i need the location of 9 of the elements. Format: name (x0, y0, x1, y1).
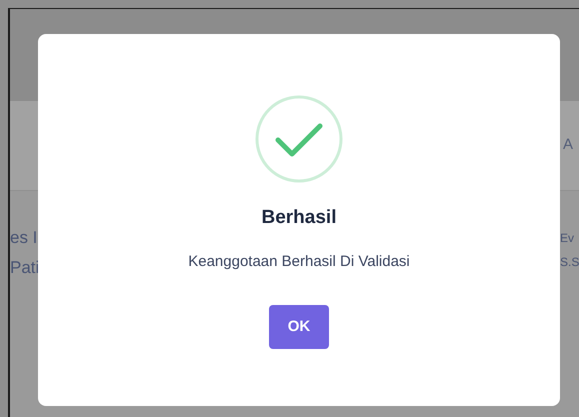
text-fragment: Pati (10, 256, 40, 278)
text-fragment: A (563, 135, 574, 156)
text-fragment: Ev (560, 230, 576, 247)
dialog-message: Keanggotaan Berhasil Di Validasi (188, 252, 410, 272)
ok-button[interactable]: OK (269, 305, 329, 349)
text-fragment: es I (10, 227, 38, 249)
text-fragment: S.S (560, 254, 579, 271)
check-icon (254, 94, 344, 184)
dialog-title: Berhasil (262, 206, 336, 230)
